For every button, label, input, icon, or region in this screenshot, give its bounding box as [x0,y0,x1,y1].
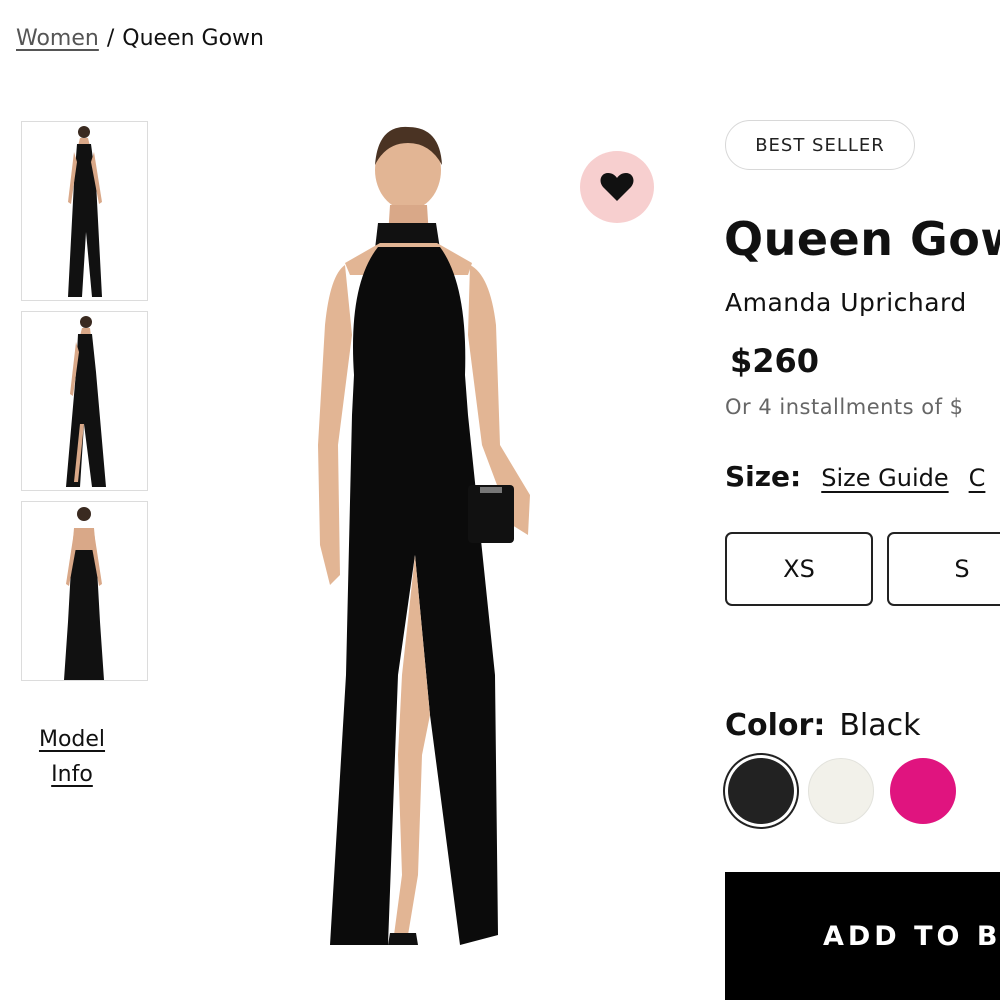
breadcrumb-separator: / [106,26,115,51]
breadcrumb: Women / Queen Gown [16,26,264,51]
color-label: Color: [725,708,826,743]
dress-model-image [318,126,530,945]
size-row: Size: Size Guide C [725,460,985,493]
breadcrumb-current: Queen Gown [122,26,264,51]
size-label: Size: [725,460,802,493]
add-to-bag-button[interactable]: ADD TO B [725,872,1000,1000]
color-row: Color: Black [725,708,920,743]
size-option-s[interactable]: S [887,532,1000,606]
color-selected-value: Black [839,708,921,743]
product-title: Queen Gow [724,212,1000,266]
heart-icon [600,173,634,201]
product-brand[interactable]: Amanda Uprichard [725,288,967,317]
model-info-link[interactable]: Model Info [20,722,124,792]
model-info-line-1: Model [38,727,106,752]
thumbnail-front[interactable] [21,121,148,301]
thumbnail-side[interactable] [21,311,148,491]
thumbnail-back[interactable] [21,501,148,681]
dress-front-thumbnail [22,122,147,300]
dress-side-thumbnail [22,312,147,490]
best-seller-badge: BEST SELLER [725,120,915,170]
product-price: $260 [730,342,820,380]
size-extra-link[interactable]: C [969,464,986,492]
wishlist-button[interactable] [580,151,654,223]
color-swatch-black[interactable] [728,758,794,824]
dress-back-thumbnail [22,502,147,680]
color-swatch-white[interactable] [808,758,874,824]
size-guide-link[interactable]: Size Guide [821,464,948,492]
size-option-xs[interactable]: XS [725,532,873,606]
main-product-image[interactable] [290,115,570,965]
breadcrumb-link-women[interactable]: Women [16,26,99,51]
installments-text: Or 4 installments of $ [725,395,964,419]
model-info-line-2: Info [51,762,93,787]
color-swatch-pink[interactable] [890,758,956,824]
